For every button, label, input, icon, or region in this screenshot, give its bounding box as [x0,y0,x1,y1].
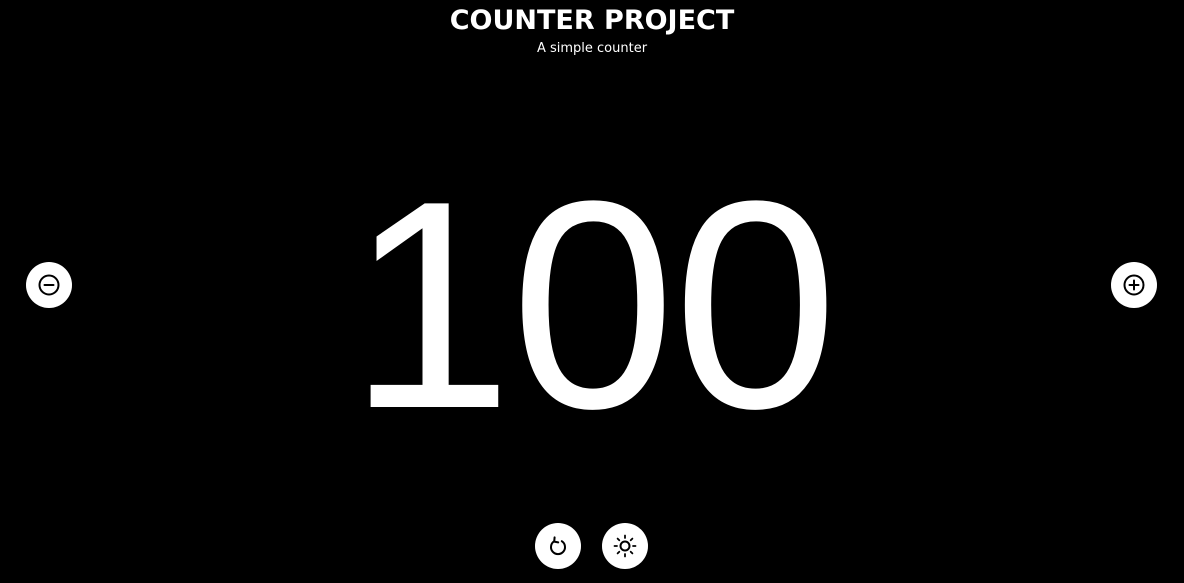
counter-app: COUNTER PROJECT A simple counter 100 [0,0,1184,583]
increment-button[interactable] [1111,262,1157,308]
counter-value: 100 [348,139,838,470]
page-subtitle: A simple counter [536,41,648,56]
header: COUNTER PROJECT A simple counter [0,5,1184,58]
theme-toggle-button[interactable] [602,523,648,569]
page-title: COUNTER PROJECT [449,5,735,36]
minus-circle-icon [38,274,60,296]
rotate-ccw-icon [550,536,566,555]
reset-button[interactable] [535,523,581,569]
decrement-button[interactable] [26,262,72,308]
sun-icon [613,534,637,558]
plus-circle-icon [1123,274,1145,296]
